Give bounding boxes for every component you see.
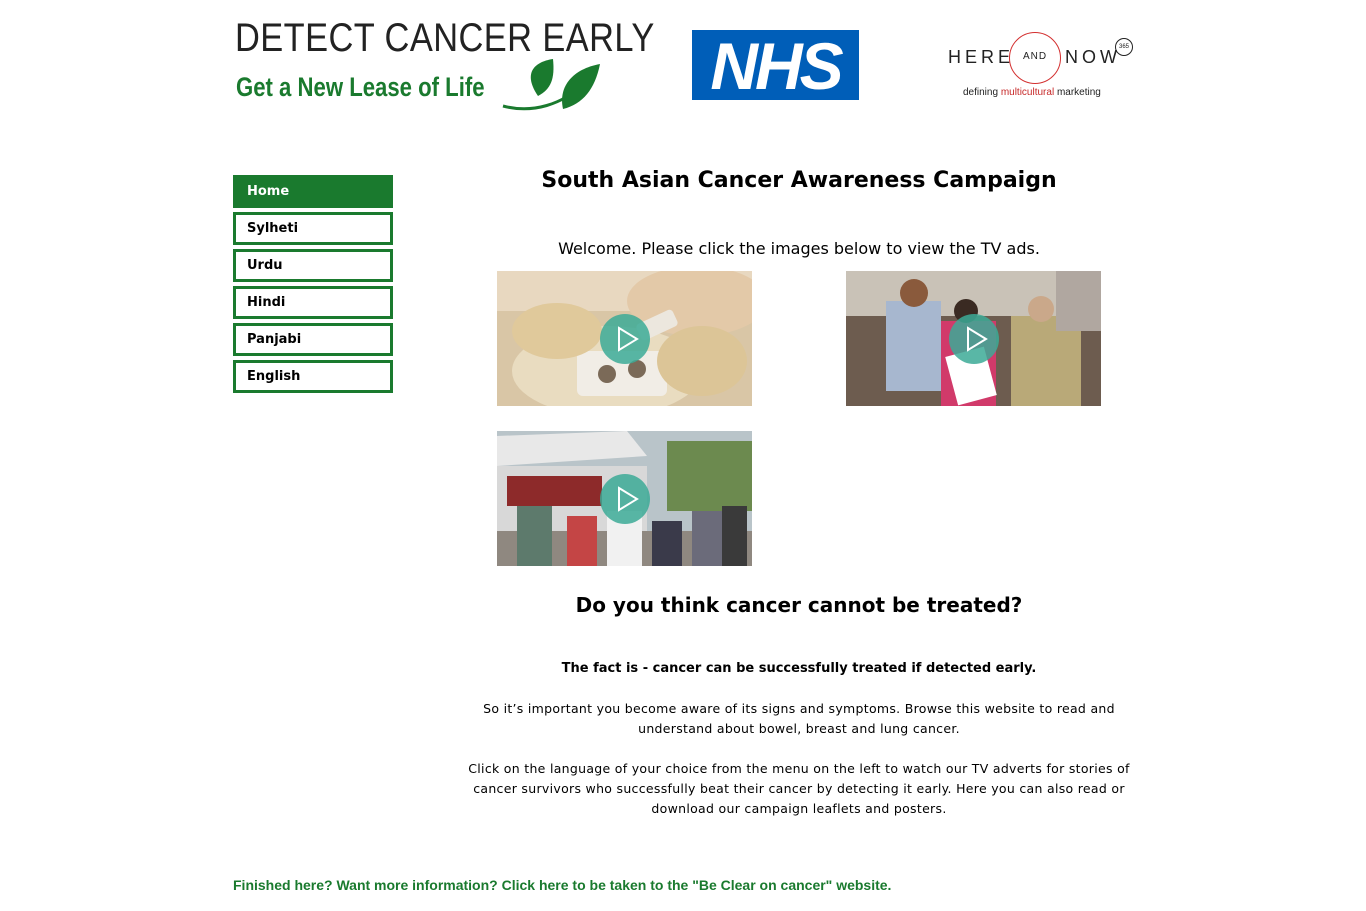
info-paragraph-1: So it’s important you become aware of it…	[483, 701, 1115, 736]
here-and-now-logo: HERE AND NOW 365 defining multicultural …	[945, 30, 1140, 102]
logo-and: AND	[1022, 51, 1048, 62]
page-title: South Asian Cancer Awareness Campaign	[541, 168, 1057, 193]
tagline-pre: defining	[963, 87, 1001, 98]
be-clear-on-cancer-link[interactable]: Finished here? Want more information? Cl…	[233, 877, 891, 893]
play-icon[interactable]	[600, 474, 650, 524]
nav-item-urdu[interactable]: Urdu	[233, 249, 393, 282]
welcome-text: Welcome. Please click the images below t…	[558, 239, 1040, 258]
play-icon[interactable]	[600, 314, 650, 364]
tagline-mid: multicultural	[1000, 87, 1055, 98]
tagline-post: marketing	[1054, 87, 1101, 98]
info-paragraph-2: Click on the language of your choice fro…	[468, 761, 1130, 816]
nav-item-sylheti[interactable]: Sylheti	[233, 212, 393, 245]
nav-item-home[interactable]: Home	[233, 175, 393, 208]
logo-365-badge: 365	[1115, 38, 1133, 56]
detect-cancer-early-logo: DETECT CANCER EARLY Get a New Lease of L…	[233, 14, 654, 114]
video-thumbnail-outdoor-tent[interactable]	[497, 431, 752, 566]
nhs-logo-text: NHS	[710, 29, 843, 103]
logo-tagline: defining multicultural marketing	[963, 87, 1101, 98]
video-thumbnail-community-event[interactable]	[846, 271, 1101, 406]
fact-text: The fact is - cancer can be successfully…	[561, 661, 1037, 676]
nav-item-panjabi[interactable]: Panjabi	[233, 323, 393, 356]
logo-line1: DETECT CANCER EARLY	[235, 16, 655, 60]
logo-now: NOW	[1065, 47, 1121, 67]
logo-here: HERE	[948, 47, 1015, 67]
nhs-logo: NHS	[692, 30, 859, 100]
language-nav: Home Sylheti Urdu Hindi Panjabi English	[233, 175, 393, 397]
logo-line2: Get a New Lease of Life	[236, 72, 485, 102]
play-icon[interactable]	[949, 314, 999, 364]
nav-item-hindi[interactable]: Hindi	[233, 286, 393, 319]
nav-item-english[interactable]: English	[233, 360, 393, 393]
video-thumbnail-test-kit[interactable]	[497, 271, 752, 406]
question-heading: Do you think cancer cannot be treated?	[575, 593, 1023, 617]
